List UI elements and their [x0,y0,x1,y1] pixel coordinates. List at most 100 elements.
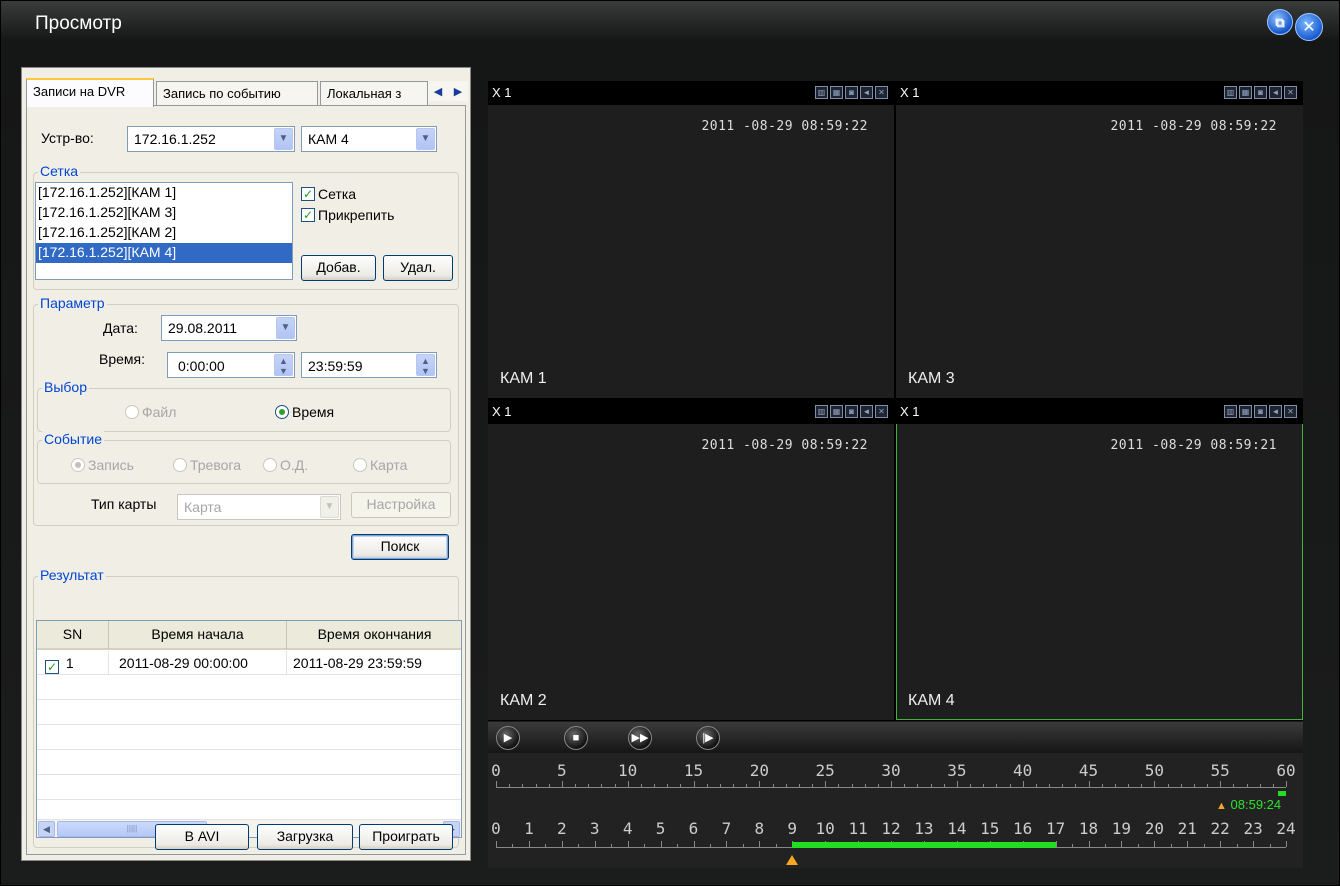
download-button[interactable]: Загрузка [257,824,353,850]
list-item[interactable]: [172.16.1.252][КАМ 4] [36,243,292,263]
timeline-tick [1286,781,1287,787]
stop-icon[interactable]: ■ [564,726,588,750]
device-ip-select[interactable]: 172.16.1.252 ▼ [127,126,295,152]
radio-icon [71,458,85,472]
timeline-tick [561,781,563,787]
split-icon[interactable]: ▦ [830,86,843,99]
tab-scroll-left-icon[interactable]: ◀ [434,85,442,98]
timeline-tick [1141,784,1143,787]
scroll-left-icon[interactable]: ◀ [38,821,55,837]
column-end[interactable]: Время окончания [287,621,461,649]
add-button[interactable]: Добав. [301,255,376,281]
timeline-tick [1193,784,1195,787]
timeline-tick [733,784,734,787]
play-button[interactable]: Проиграть [359,824,453,850]
audio-icon[interactable]: ◄ [860,405,873,418]
radio-alarm[interactable]: Тревога [173,457,241,473]
timeline-tick [1114,784,1116,787]
camera-view-3[interactable]: X 1 ▥ ▦ ◙ ◄ ✕ 2011 -08-29 08:59:22 КАМ 3 [896,81,1303,398]
radio-card[interactable]: Карта [353,457,407,473]
close-icon[interactable]: ✕ [1295,13,1323,41]
split-icon[interactable]: ▦ [1239,405,1252,418]
time-from-input[interactable]: 0:00:00 ▲ ▼ [167,352,295,378]
audio-icon[interactable]: ◄ [1269,405,1282,418]
radio-time[interactable]: Время [275,404,334,420]
timeline-tick-label: 1 [524,819,534,838]
grid-checkbox[interactable]: ✓ Сетка [301,186,356,202]
list-item[interactable]: [172.16.1.252][КАМ 1] [36,183,292,203]
layout-icon[interactable]: ▥ [1224,405,1237,418]
column-sn[interactable]: SN [37,621,109,649]
camera-name: КАМ 1 [500,370,547,387]
to-avi-button[interactable]: В AVI [155,824,249,850]
settings-button[interactable]: Настройка [351,492,451,518]
layout-icon[interactable]: ▥ [815,86,828,99]
close-icon[interactable]: ✕ [875,405,888,418]
split-icon[interactable]: ▦ [1239,86,1252,99]
attach-checkbox[interactable]: ✓ Прикрепить [301,207,394,223]
timeline-tick-label: 8 [754,819,765,838]
camera-select[interactable]: КАМ 4 ▼ [301,126,437,152]
timeline-tick [611,844,613,847]
tab-local-record[interactable]: Локальная з [320,81,428,106]
date-picker[interactable]: 29.08.2011 ▼ [161,315,297,341]
tab-scroll-right-icon[interactable]: ▶ [454,85,462,98]
layout-icon[interactable]: ▥ [815,405,828,418]
fast-forward-icon[interactable]: ▶▶ [628,726,652,750]
snapshot-icon[interactable]: ◙ [1254,86,1267,99]
tab-event-record[interactable]: Запись по событию [156,81,318,106]
split-icon[interactable]: ▦ [830,405,843,418]
radio-file[interactable]: Файл [125,404,176,420]
time-from-value: 0:00:00 [178,358,225,374]
window: Просмотр ⧉ ✕ Записи на DVR Запись по соб… [0,0,1340,886]
close-icon[interactable]: ✕ [1284,405,1297,418]
result-table: SN Время начала Время окончания ✓ 1 2011… [36,620,462,838]
camera-view-2[interactable]: X 1 ▥ ▦ ◙ ◄ ✕ 2011 -08-29 08:59:22 КАМ 2 [488,400,894,720]
close-icon[interactable]: ✕ [1284,86,1297,99]
hour-timeline[interactable]: 0 1 2 3 4 5 6 7 8 9 10 11 12 13 14 15 16 17 18 19 20 21 22 23 24 [491,819,1296,865]
spin-icon[interactable]: ▲ ▼ [274,354,293,376]
radio-motion[interactable]: О.Д. [263,457,308,473]
timeline-tick [970,784,971,787]
search-button[interactable]: Поиск [351,534,449,560]
spin-icon[interactable]: ▲ ▼ [416,354,435,376]
timeline-tick [677,844,679,847]
radio-record[interactable]: Запись [71,457,134,473]
timeline-tick [1259,784,1261,787]
table-row[interactable]: ✓ 1 2011-08-29 00:00:00 2011-08-29 23:59… [37,651,461,675]
radio-icon [263,458,277,472]
snapshot-icon[interactable]: ◙ [1254,405,1267,418]
playhead-icon[interactable] [785,855,798,865]
snapshot-icon[interactable]: ◙ [845,405,858,418]
row-sn: 1 [65,655,74,671]
audio-icon[interactable]: ◄ [1269,86,1282,99]
timeline-tick [759,841,761,847]
step-frame-icon[interactable]: |▶ [696,726,720,750]
snapshot-icon[interactable]: ◙ [845,86,858,99]
list-item[interactable]: [172.16.1.252][КАМ 2] [36,223,292,243]
delete-button[interactable]: Удал. [383,255,453,281]
card-type-select[interactable]: Карта ▼ [177,494,341,520]
grid-camera-list[interactable]: [172.16.1.252][КАМ 1] [172.16.1.252][КАМ… [35,182,293,280]
restore-icon[interactable]: ⧉ [1267,9,1293,35]
timeline-tick [785,784,787,787]
timeline-tick-label: 18 [1078,819,1099,838]
row-checkbox[interactable]: ✓ [45,660,62,674]
close-icon[interactable]: ✕ [875,86,888,99]
column-start[interactable]: Время начала [109,621,287,649]
time-to-value: 23:59:59 [308,358,363,374]
chevron-down-icon: ▼ [276,317,295,339]
layout-icon[interactable]: ▥ [1224,86,1237,99]
params-group-title: Параметр [38,295,107,311]
time-to-input[interactable]: 23:59:59 ▲ ▼ [301,352,437,378]
timeline-tick [726,841,728,847]
tab-dvr-records[interactable]: Записи на DVR [26,78,154,107]
camera-view-4[interactable]: X 1 ▥ ▦ ◙ ◄ ✕ 2011 -08-29 08:59:21 КАМ 4 [896,400,1303,720]
play-icon[interactable]: ▶ [496,726,520,750]
list-item[interactable]: [172.16.1.252][КАМ 3] [36,203,292,223]
minute-timeline[interactable]: 0 5 10 15 20 25 30 35 40 45 50 55 60 [491,761,1296,801]
timeline-tick [693,781,695,787]
camera-view-1[interactable]: X 1 ▥ ▦ ◙ ◄ ✕ 2011 -08-29 08:59:22 КАМ 1 [488,81,894,398]
choice-group: Выбор [37,379,451,432]
audio-icon[interactable]: ◄ [860,86,873,99]
